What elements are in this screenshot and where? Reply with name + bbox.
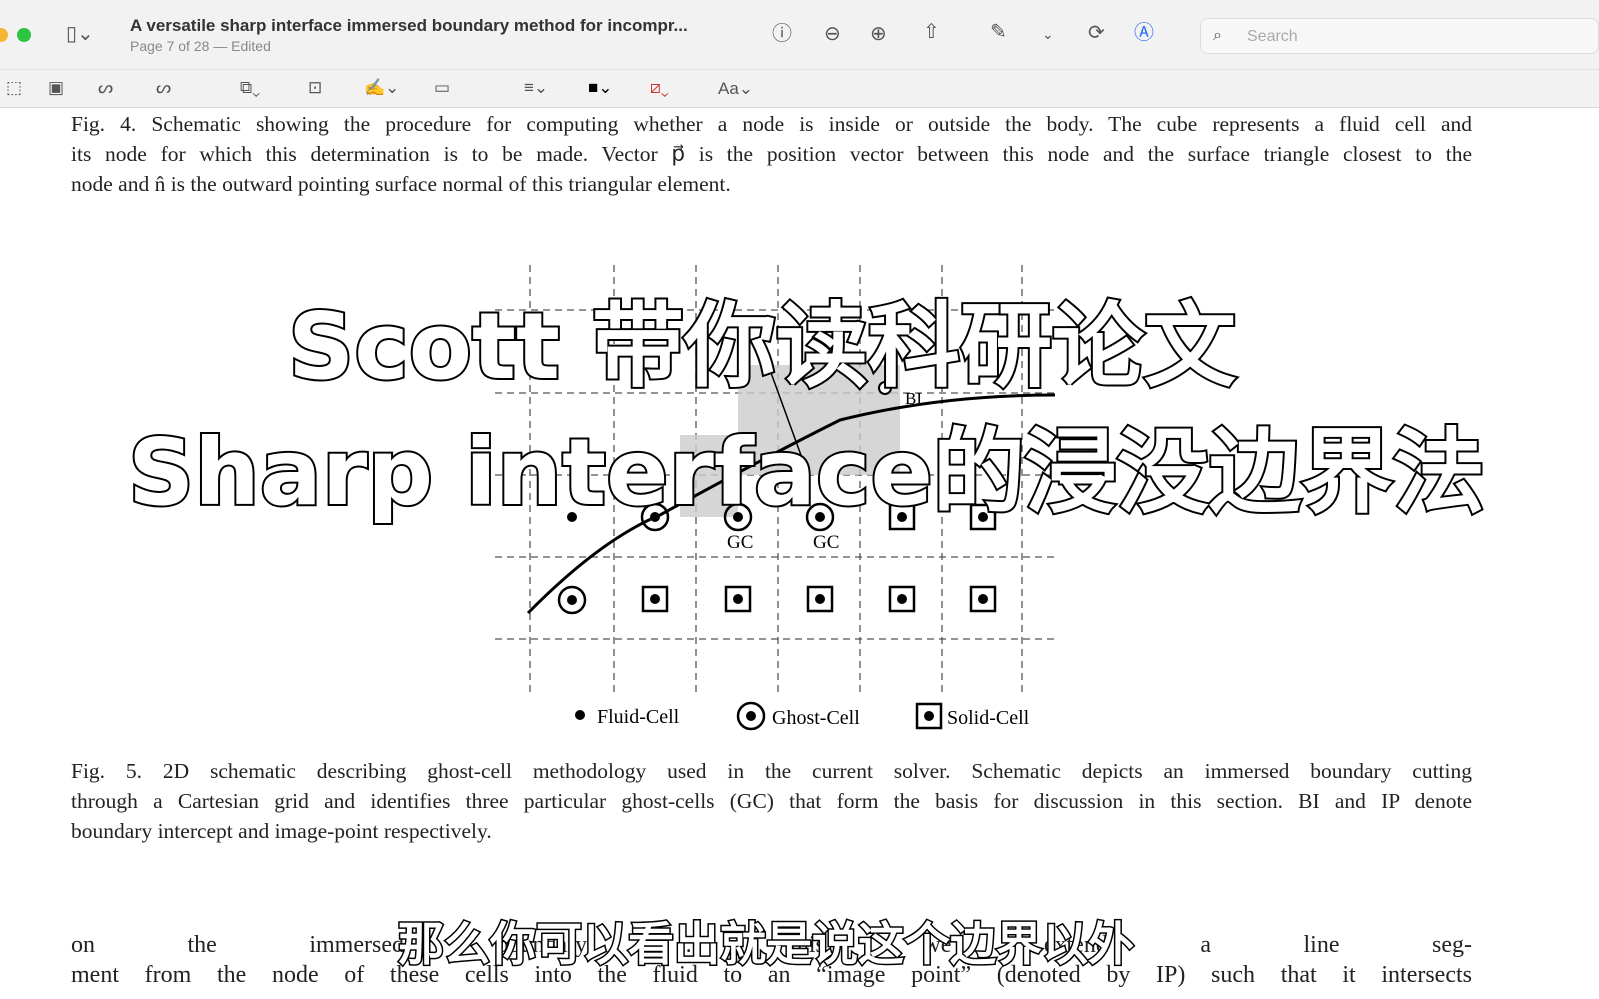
video-title-line2: Sharp interface的浸没边界法 [126, 417, 1487, 528]
caption-line: boundary intercept and image-point respe… [71, 819, 492, 843]
legend-ghost: Ghost-Cell [772, 707, 860, 729]
gc-label: GC [813, 532, 839, 553]
caption-line: Fig. 5. 2D schematic describing ghost-ce… [71, 759, 1472, 783]
legend-solid: Solid-Cell [947, 707, 1030, 729]
fig5-caption: Fig. 5. 2D schematic describing ghost-ce… [71, 756, 1472, 846]
caption-line: through a Cartesian grid and identifies … [71, 789, 1472, 813]
video-title-line1: Scott 带你读科研论文 [286, 291, 1238, 402]
video-subtitle: 那么你可以看出就是说这个边界以外 [397, 916, 1136, 973]
fluid-cell-legend-icon [575, 710, 585, 720]
gc-label: GC [727, 532, 753, 553]
legend: Fluid-Cell Ghost-Cell Solid-Cell [575, 701, 1030, 731]
legend-fluid: Fluid-Cell [597, 706, 680, 728]
